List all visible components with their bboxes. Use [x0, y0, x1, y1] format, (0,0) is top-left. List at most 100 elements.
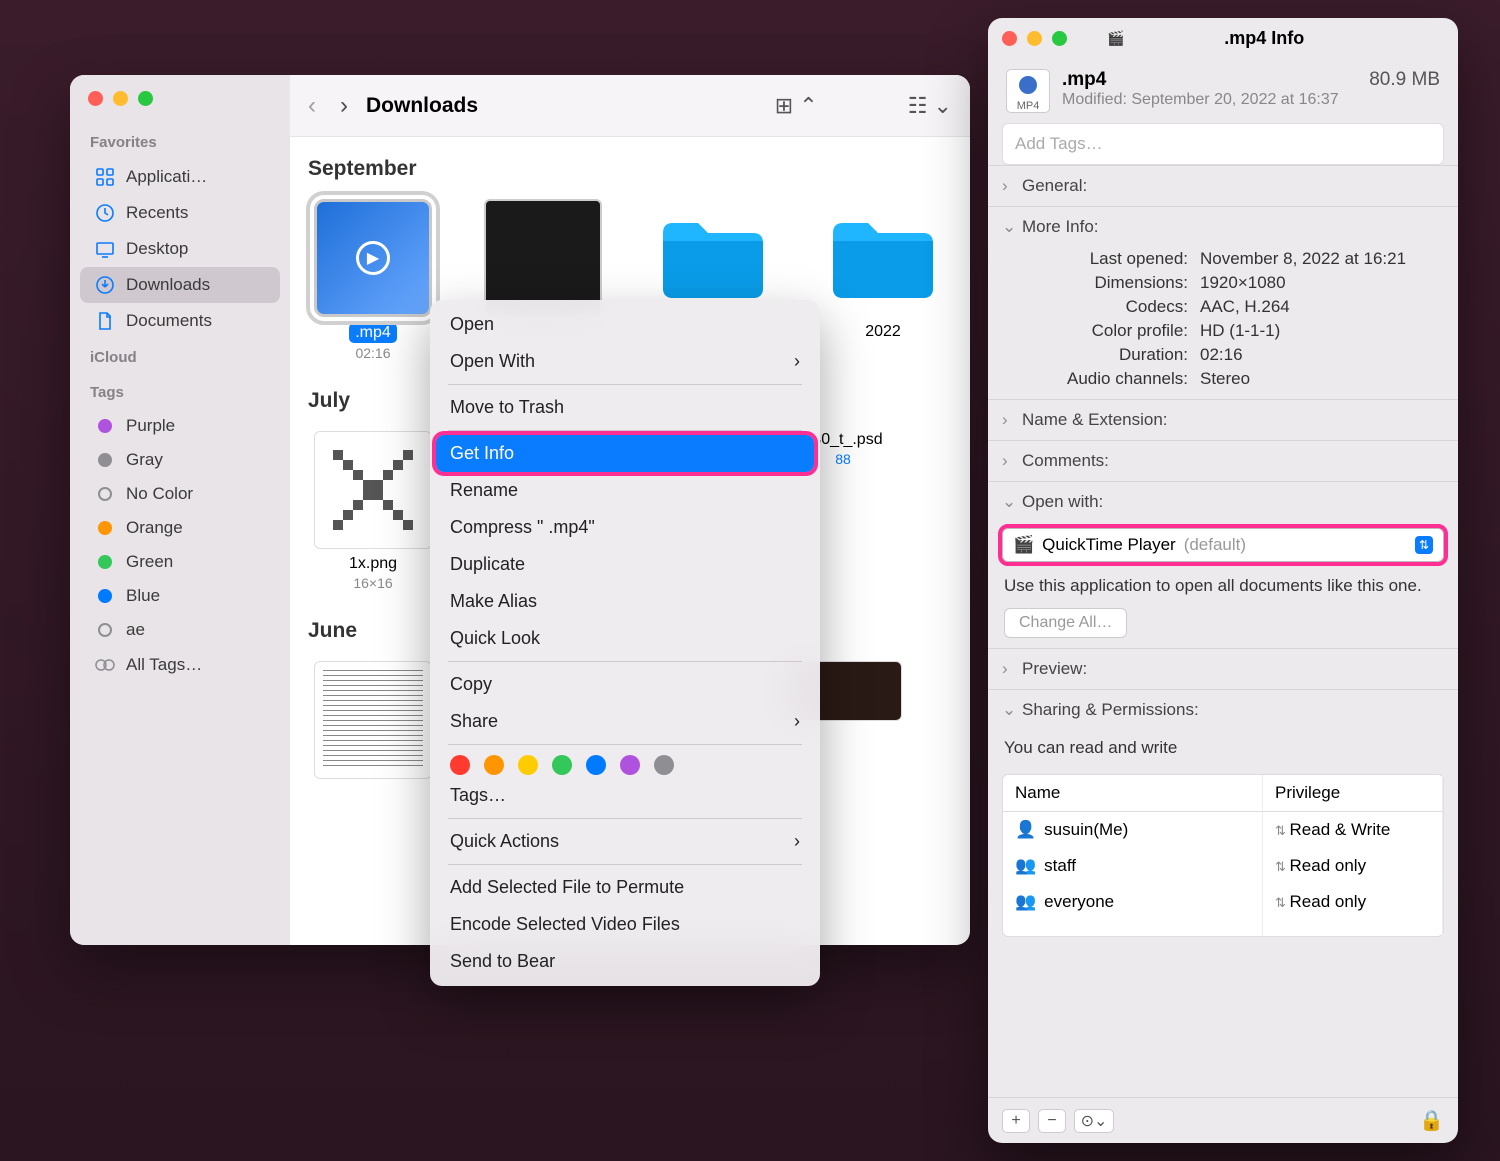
section-preview[interactable]: ›Preview:	[988, 649, 1458, 689]
menu-make-alias[interactable]: Make Alias	[436, 583, 814, 620]
sidebar-item-downloads[interactable]: Downloads	[80, 267, 280, 303]
tag-dot-icon	[98, 589, 112, 603]
section-general[interactable]: ›General:	[988, 166, 1458, 206]
file-doc[interactable]	[308, 661, 438, 785]
sidebar-item-documents[interactable]: Documents	[80, 303, 280, 339]
perm-row[interactable]: 👤susuin(Me)Read & Write	[1003, 812, 1443, 848]
file-mp4[interactable]: ▶ .mp4 02:16	[308, 199, 438, 361]
close-button[interactable]	[1002, 31, 1017, 46]
sidebar-item-applications[interactable]: Applicati…	[80, 159, 280, 195]
thumbnail	[314, 431, 432, 549]
tag-dot-icon	[98, 453, 112, 467]
maximize-button[interactable]	[1052, 31, 1067, 46]
menu-encode-video[interactable]: Encode Selected Video Files	[436, 906, 814, 943]
tag-blue[interactable]: Blue	[80, 579, 280, 613]
file-folder-2022[interactable]: 2022	[818, 199, 948, 361]
tag-orange[interactable]	[484, 755, 504, 775]
menu-quick-look[interactable]: Quick Look	[436, 620, 814, 657]
section-sharing[interactable]: ⌄Sharing & Permissions:	[988, 690, 1458, 730]
kv-key: Last opened:	[1028, 249, 1188, 269]
tag-red[interactable]	[450, 755, 470, 775]
context-menu: Open Open With› Move to Trash Get Info R…	[430, 300, 820, 986]
close-button[interactable]	[88, 91, 103, 106]
menu-compress[interactable]: Compress " .mp4"	[436, 509, 814, 546]
chevron-right-icon: ›	[794, 351, 800, 372]
action-menu-button[interactable]: ⊙⌄	[1074, 1109, 1114, 1133]
user-icon: 👤	[1015, 820, 1036, 840]
view-group-button[interactable]: ☷ ⌄	[908, 93, 952, 119]
quicktime-icon: 🎬	[1013, 535, 1034, 555]
menu-add-permute[interactable]: Add Selected File to Permute	[436, 869, 814, 906]
file-name-label: 1x.png	[308, 555, 438, 573]
tag-blue[interactable]	[586, 755, 606, 775]
permission-summary: You can read and write	[988, 730, 1458, 766]
menu-open-with[interactable]: Open With›	[436, 343, 814, 380]
tag-yellow[interactable]	[518, 755, 538, 775]
sidebar-item-desktop[interactable]: Desktop	[80, 231, 280, 267]
section-more-info[interactable]: ⌄More Info:	[988, 207, 1458, 247]
section-name-ext[interactable]: ›Name & Extension:	[988, 400, 1458, 440]
chevron-down-icon: ⌄	[1002, 492, 1014, 512]
tag-orange[interactable]: Orange	[80, 511, 280, 545]
info-file-name: .mp4	[1062, 69, 1106, 91]
tag-all-tags[interactable]: All Tags…	[80, 647, 280, 683]
info-titlebar: 🎬 .mp4 Info	[988, 18, 1458, 59]
perm-row[interactable]: 👥staffRead only	[1003, 848, 1443, 884]
tag-ae[interactable]: ae	[80, 613, 280, 647]
menu-open[interactable]: Open	[436, 306, 814, 343]
tag-dot-icon	[98, 521, 112, 535]
minimize-button[interactable]	[1027, 31, 1042, 46]
menu-get-info[interactable]: Get Info	[436, 435, 814, 472]
file-1xpng[interactable]: 1x.png 16×16	[308, 431, 438, 591]
add-button[interactable]: +	[1002, 1109, 1030, 1133]
menu-rename[interactable]: Rename	[436, 472, 814, 509]
maximize-button[interactable]	[138, 91, 153, 106]
menu-send-bear[interactable]: Send to Bear	[436, 943, 814, 980]
more-info-table: Last opened:November 8, 2022 at 16:21 Di…	[988, 247, 1458, 399]
info-file-size: 80.9 MB	[1369, 69, 1440, 91]
kv-val: November 8, 2022 at 16:21	[1200, 249, 1440, 269]
back-button[interactable]: ‹	[308, 92, 316, 120]
tag-purple[interactable]: Purple	[80, 409, 280, 443]
clock-icon	[94, 202, 116, 224]
select-value: QuickTime Player	[1042, 535, 1176, 555]
kv-val: 02:16	[1200, 345, 1440, 365]
info-footer: + − ⊙⌄ 🔒	[988, 1097, 1458, 1143]
tags-input[interactable]: Add Tags…	[1002, 123, 1444, 165]
tag-gray[interactable]: Gray	[80, 443, 280, 477]
icloud-label[interactable]: iCloud	[70, 339, 290, 374]
tag-gray[interactable]	[654, 755, 674, 775]
menu-copy[interactable]: Copy	[436, 666, 814, 703]
kv-key: Color profile:	[1028, 321, 1188, 341]
view-icon-button[interactable]: ⊞ ⌃	[775, 93, 818, 119]
file-name-label: 2022	[818, 323, 948, 341]
change-all-button[interactable]: Change All…	[1004, 608, 1127, 638]
tags-label[interactable]: Tags	[70, 374, 290, 409]
section-comments[interactable]: ›Comments:	[988, 441, 1458, 481]
perm-row[interactable]: 👥everyoneRead only	[1003, 884, 1443, 920]
sidebar-item-recents[interactable]: Recents	[80, 195, 280, 231]
menu-quick-actions[interactable]: Quick Actions›	[436, 823, 814, 860]
tag-purple[interactable]	[620, 755, 640, 775]
open-with-select[interactable]: 🎬 QuickTime Player (default) ⇅	[1002, 528, 1444, 562]
separator	[448, 661, 802, 662]
remove-button[interactable]: −	[1038, 1109, 1066, 1133]
tag-green[interactable]	[552, 755, 572, 775]
separator	[448, 430, 802, 431]
minimize-button[interactable]	[113, 91, 128, 106]
menu-share[interactable]: Share›	[436, 703, 814, 740]
group-icon: 👥	[1015, 856, 1036, 876]
separator	[448, 744, 802, 745]
kv-val: 1920×1080	[1200, 273, 1440, 293]
tag-label: ae	[126, 620, 145, 640]
section-open-with[interactable]: ⌄Open with:	[988, 482, 1458, 522]
tag-green[interactable]: Green	[80, 545, 280, 579]
menu-duplicate[interactable]: Duplicate	[436, 546, 814, 583]
tag-label: Orange	[126, 518, 183, 538]
tag-no-color[interactable]: No Color	[80, 477, 280, 511]
permissions-table: Name Privilege 👤susuin(Me)Read & Write 👥…	[1002, 774, 1444, 937]
menu-move-to-trash[interactable]: Move to Trash	[436, 389, 814, 426]
menu-tags[interactable]: Tags…	[436, 777, 814, 814]
lock-icon[interactable]: 🔒	[1419, 1108, 1444, 1133]
forward-button[interactable]: ›	[340, 92, 348, 120]
